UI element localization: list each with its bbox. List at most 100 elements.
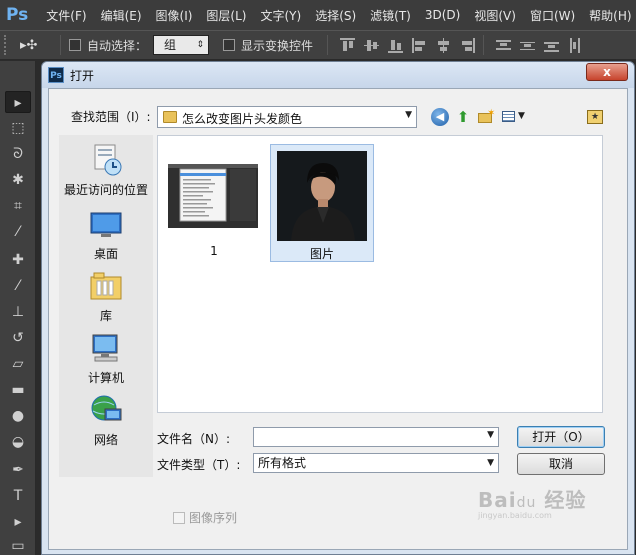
- crop-tool-icon[interactable]: ⌗: [5, 195, 31, 217]
- baidu-jingyan-watermark: Baidu 经验 jingyan.baidu.com: [478, 484, 586, 520]
- distribute-left-icon[interactable]: [568, 37, 583, 53]
- shape-tool-icon[interactable]: ▭: [5, 535, 31, 555]
- auto-select-checkbox[interactable]: [69, 39, 81, 51]
- magic-wand-tool-icon[interactable]: ✱: [5, 169, 31, 191]
- align-right-icon[interactable]: [460, 37, 476, 53]
- image-sequence-label: 图像序列: [189, 511, 238, 525]
- menu-window[interactable]: 窗口(W): [524, 7, 583, 24]
- path-select-tool-icon[interactable]: ▸: [5, 511, 31, 533]
- menu-select[interactable]: 选择(S): [309, 7, 364, 24]
- place-label-network: 网络: [93, 433, 118, 447]
- image-sequence-checkbox[interactable]: [173, 511, 185, 524]
- menu-filter[interactable]: 滤镜(T): [364, 7, 419, 24]
- image-sequence-option: 图像序列: [173, 509, 237, 526]
- chevron-down-icon[interactable]: ▼: [487, 430, 494, 440]
- folder-icon: [163, 111, 177, 123]
- gradient-tool-icon[interactable]: ▬: [5, 379, 31, 401]
- menu-bar: Ps 文件(F) 编辑(E) 图像(I) 图层(L) 文字(Y) 选择(S) 滤…: [0, 0, 636, 30]
- look-in-dropdown[interactable]: 怎么改变图片头发颜色 ▼: [157, 106, 417, 128]
- toolbox: ▸ ⬚ ᘐ ✱ ⌗ ⁄ ✚ ⁄ ⊥ ↺ ▱ ▬ ● ◒ ✒ T ▸ ▭: [0, 61, 36, 555]
- open-dialog: Ps 打开 x 查找范围（I）: 怎么改变图片头发颜色 ▼ ◀ ⬆ ✶ ▼ ★ …: [41, 61, 635, 555]
- distribute-top-icon[interactable]: [496, 38, 512, 53]
- blur-tool-icon[interactable]: ●: [5, 405, 31, 427]
- menu-image[interactable]: 图像(I): [150, 7, 201, 24]
- distribute-vcenter-icon[interactable]: [520, 38, 536, 53]
- marquee-tool-icon[interactable]: ⬚: [5, 117, 31, 139]
- new-folder-icon[interactable]: ✶: [477, 108, 495, 126]
- divider: [60, 35, 61, 55]
- healing-tool-icon[interactable]: ✚: [5, 249, 31, 271]
- file-item-selected[interactable]: 图片: [270, 144, 374, 262]
- open-button[interactable]: 打开（O）: [517, 426, 605, 448]
- align-vcenter-icon[interactable]: [364, 38, 380, 53]
- align-bottom-icon[interactable]: [388, 38, 404, 53]
- computer-icon: [89, 331, 123, 365]
- menu-type[interactable]: 文字(Y): [254, 7, 309, 24]
- chevron-down-icon: ▼: [487, 458, 494, 468]
- align-buttons: [340, 37, 476, 53]
- file-type-value: 所有格式: [258, 456, 307, 470]
- eraser-tool-icon[interactable]: ▱: [5, 353, 31, 375]
- file-name-label: 文件名（N）:: [157, 432, 231, 446]
- lasso-tool-icon[interactable]: ᘐ: [5, 143, 31, 165]
- auto-select-value: 组: [164, 38, 177, 52]
- file-type-dropdown[interactable]: 所有格式 ▼: [253, 453, 499, 473]
- photoshop-icon: Ps: [48, 67, 64, 83]
- pen-tool-icon[interactable]: ✒: [5, 459, 31, 481]
- up-folder-icon[interactable]: ⬆: [454, 108, 472, 126]
- menu-edit[interactable]: 编辑(E): [95, 7, 150, 24]
- distribute-bottom-icon[interactable]: [544, 38, 560, 53]
- align-hcenter-icon[interactable]: [436, 37, 451, 53]
- menu-file[interactable]: 文件(F): [40, 7, 94, 24]
- network-icon: [89, 393, 123, 427]
- menu-layer[interactable]: 图层(L): [200, 7, 254, 24]
- place-label-libraries: 库: [99, 309, 112, 323]
- auto-select-dropdown[interactable]: 组 ⇕: [153, 35, 210, 55]
- favorites-icon[interactable]: ★: [587, 110, 603, 124]
- place-label-desktop: 桌面: [93, 247, 118, 261]
- close-button[interactable]: x: [586, 63, 628, 81]
- file-item[interactable]: 1: [162, 144, 266, 262]
- move-tool-icon[interactable]: ▸: [5, 91, 31, 113]
- view-menu-icon[interactable]: ▼: [501, 108, 527, 126]
- eyedropper-tool-icon[interactable]: ⁄: [5, 221, 31, 243]
- menu-3d[interactable]: 3D(D): [419, 8, 468, 22]
- file-name-label: 1: [210, 244, 218, 258]
- file-name-input[interactable]: ▼: [253, 427, 499, 447]
- show-transform-label: 显示变换控件: [241, 38, 314, 53]
- menu-view[interactable]: 视图(V): [468, 7, 524, 24]
- dodge-tool-icon[interactable]: ◒: [5, 431, 31, 453]
- show-transform-checkbox[interactable]: [223, 39, 236, 51]
- align-top-icon[interactable]: [340, 37, 356, 53]
- type-tool-icon[interactable]: T: [5, 485, 31, 507]
- brush-tool-icon[interactable]: ⁄: [5, 275, 31, 297]
- cancel-button[interactable]: 取消: [517, 453, 605, 475]
- place-computer[interactable]: 计算机: [59, 331, 153, 386]
- distribute-buttons: [496, 37, 583, 53]
- watermark-brand: Bai: [478, 488, 517, 512]
- desktop-icon: [89, 207, 123, 241]
- dialog-titlebar[interactable]: Ps 打开 x: [42, 62, 634, 88]
- place-recent[interactable]: 最近访问的位置: [59, 143, 153, 198]
- place-label-computer: 计算机: [87, 371, 124, 385]
- auto-select-label: 自动选择：: [87, 38, 148, 53]
- align-left-icon[interactable]: [412, 37, 427, 53]
- divider: [327, 35, 329, 55]
- move-tool-preset-icon[interactable]: ▸✣: [20, 38, 52, 53]
- watermark-url: jingyan.baidu.com: [478, 511, 552, 520]
- place-network[interactable]: 网络: [59, 393, 153, 448]
- dialog-title: 打开: [70, 69, 95, 83]
- back-icon[interactable]: ◀: [431, 108, 449, 126]
- menu-help[interactable]: 帮助(H): [583, 7, 636, 24]
- clone-stamp-tool-icon[interactable]: ⊥: [5, 301, 31, 323]
- file-thumbnail-photo: [277, 151, 367, 241]
- file-type-label: 文件类型（T）:: [157, 458, 241, 472]
- options-grip: [4, 35, 10, 55]
- dialog-body: 查找范围（I）: 怎么改变图片头发颜色 ▼ ◀ ⬆ ✶ ▼ ★ 最近访问的位置 …: [48, 88, 628, 550]
- chevron-down-icon: ▼: [405, 110, 412, 120]
- place-libraries[interactable]: 库: [59, 269, 153, 324]
- place-desktop[interactable]: 桌面: [59, 207, 153, 262]
- history-brush-tool-icon[interactable]: ↺: [5, 327, 31, 349]
- libraries-icon: [89, 269, 123, 303]
- watermark-brand-suffix: du: [516, 495, 537, 511]
